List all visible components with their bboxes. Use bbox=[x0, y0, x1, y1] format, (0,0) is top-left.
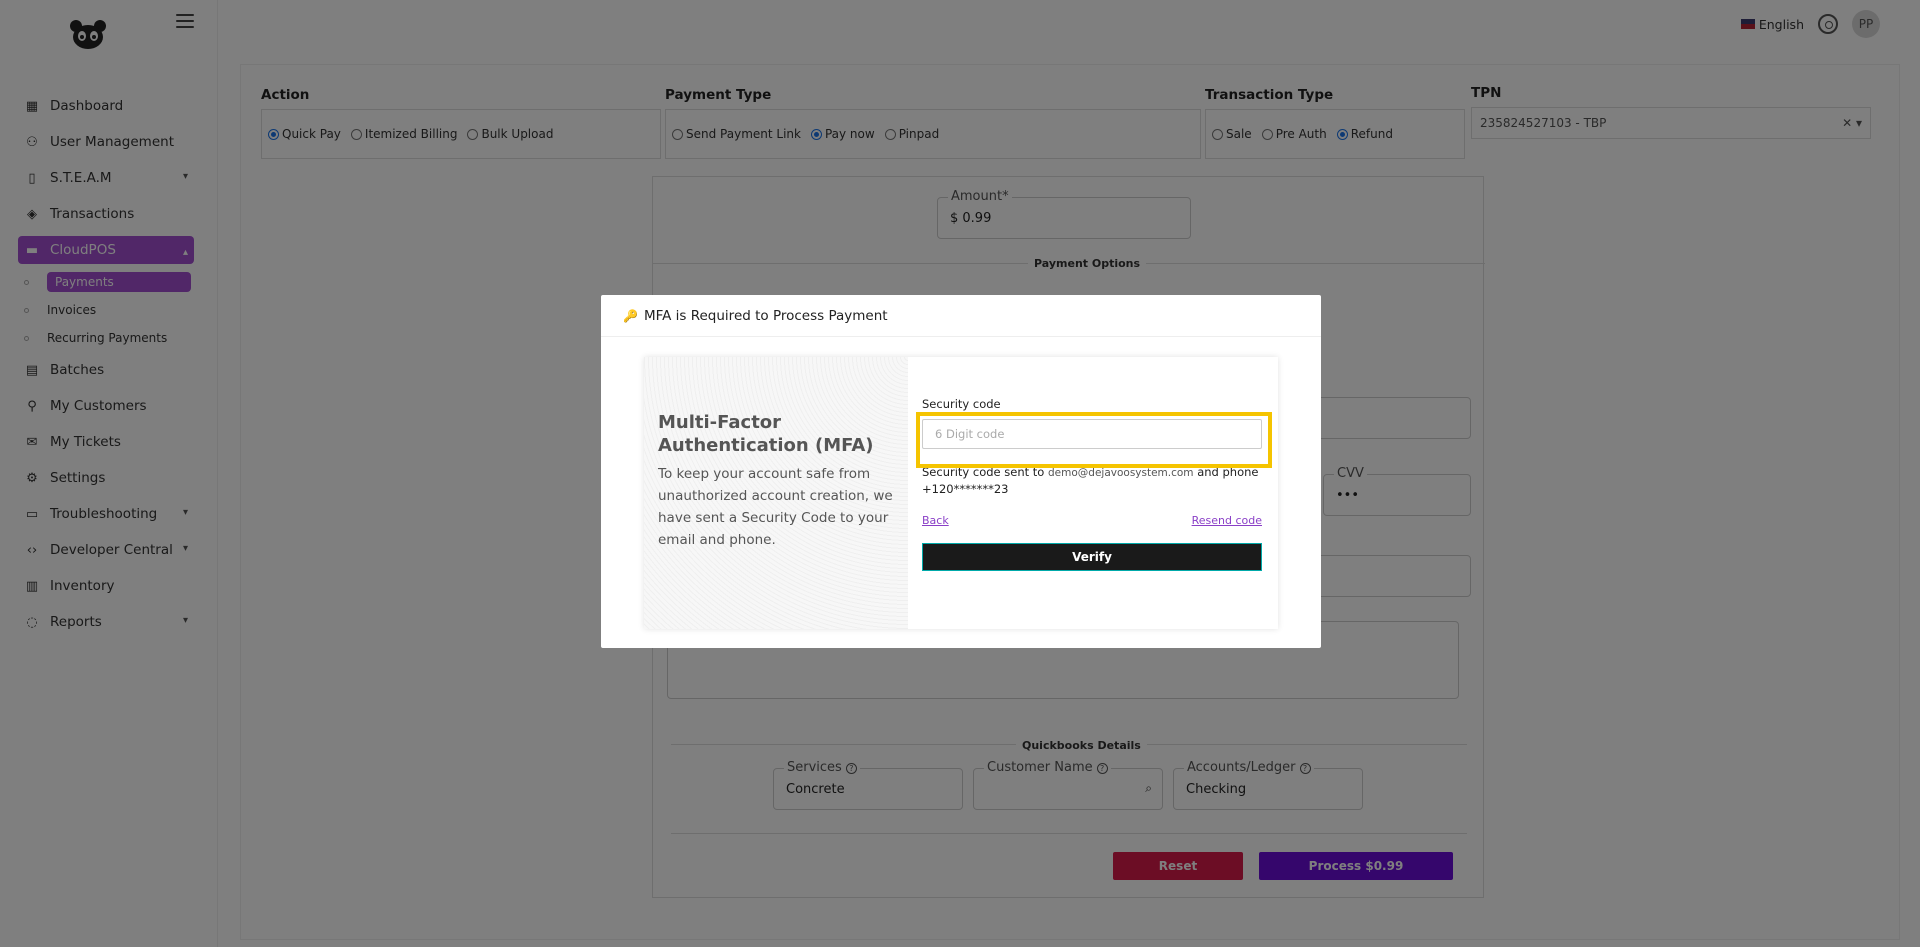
verify-button[interactable]: Verify bbox=[922, 543, 1262, 571]
mfa-description: To keep your account safe from unauthori… bbox=[658, 466, 893, 548]
back-link[interactable]: Back bbox=[922, 514, 949, 527]
sent-phone: +120*******23 bbox=[922, 482, 1009, 496]
sent-email: demo@dejavoosystem.com bbox=[1048, 467, 1194, 479]
modal-header: 🔑 MFA is Required to Process Payment bbox=[601, 295, 1321, 337]
mfa-modal: 🔑 MFA is Required to Process Payment Mul… bbox=[601, 295, 1321, 648]
modal-title: MFA is Required to Process Payment bbox=[643, 307, 888, 324]
security-code-label: Security code bbox=[922, 397, 1001, 411]
mfa-info-panel: Multi-Factor Authentication (MFA) To kee… bbox=[644, 357, 908, 629]
key-icon: 🔑 bbox=[623, 308, 638, 323]
modal-body: Multi-Factor Authentication (MFA) To kee… bbox=[644, 357, 1278, 629]
security-code-input[interactable] bbox=[922, 419, 1262, 449]
mfa-form-panel: Security code Security code sent to demo… bbox=[908, 357, 1278, 629]
mfa-links: Back Resend code bbox=[922, 514, 1262, 527]
resend-code-link[interactable]: Resend code bbox=[1192, 514, 1262, 527]
mfa-heading: Multi-Factor Authentication (MFA) bbox=[658, 412, 874, 456]
